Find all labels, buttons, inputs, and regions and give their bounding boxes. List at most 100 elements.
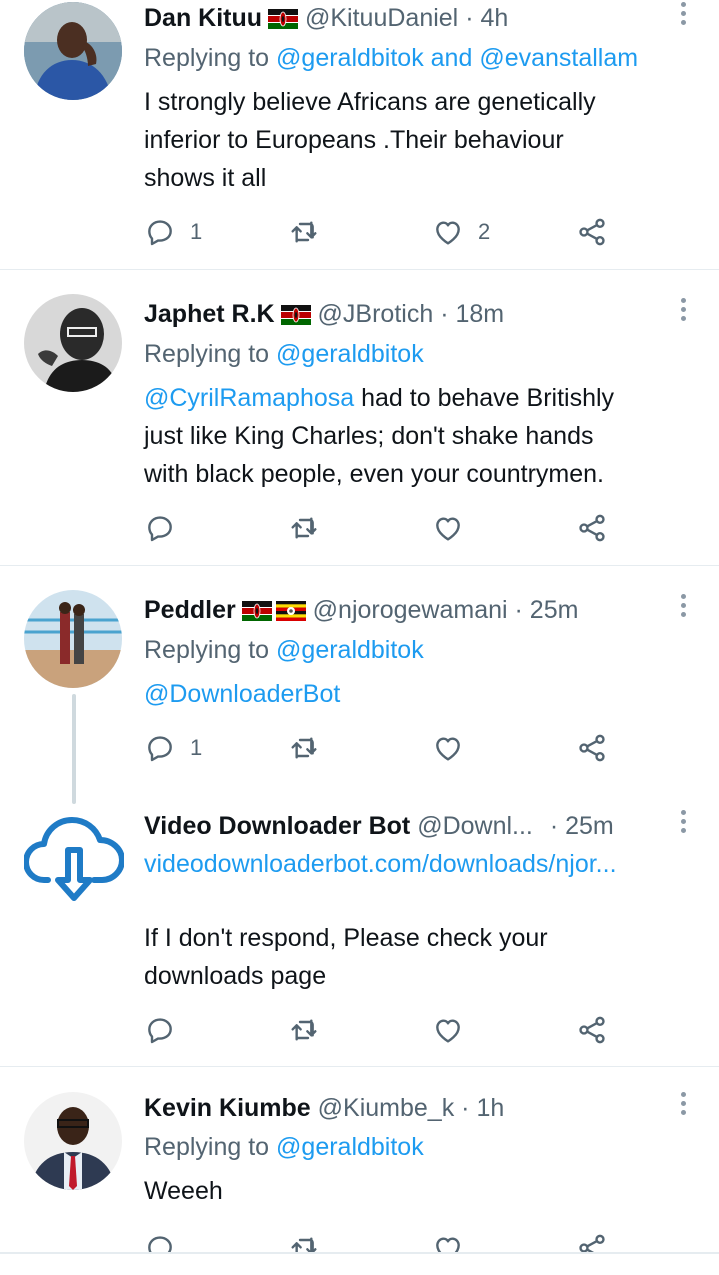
divider — [0, 1066, 719, 1067]
tweet-text-segment: had to behave Britishly — [354, 384, 615, 412]
share-button[interactable] — [576, 212, 608, 252]
retweet-icon — [288, 512, 320, 544]
more-icon[interactable] — [679, 594, 689, 620]
tweet-header: Video Downloader Bot @Downl... · 25m — [144, 808, 659, 844]
tweet-japhet-rk[interactable]: Japhet R.K @JBrotich · 18m Replying to @… — [0, 294, 719, 562]
handle[interactable]: @KituuDaniel — [305, 4, 458, 32]
tweet-text-line: Weeeh — [144, 1177, 223, 1205]
tweet-text-line: with black people, even your countrymen. — [144, 460, 604, 488]
more-icon[interactable] — [679, 2, 689, 28]
mention-link[interactable]: @DownloaderBot — [144, 680, 340, 708]
replying-to-link[interactable]: @geraldbitok — [276, 636, 424, 664]
avatar-kevin-kiumbe[interactable] — [24, 1092, 122, 1190]
replying-prefix: Replying to — [144, 1133, 270, 1161]
tweet-text: Weeeh — [144, 1172, 689, 1210]
retweet-button[interactable] — [288, 1010, 320, 1050]
action-bar: 1 — [144, 728, 614, 768]
action-bar — [144, 1010, 614, 1050]
handle[interactable]: @Downl... — [417, 812, 533, 840]
retweet-button[interactable] — [288, 728, 320, 768]
timestamp[interactable]: · 25m — [550, 812, 614, 840]
kenya-flag-icon — [281, 305, 311, 325]
timestamp[interactable]: · 25m — [515, 596, 579, 624]
tweet-text-line: @DownloaderBot — [144, 675, 689, 713]
timestamp[interactable]: · 1h — [461, 1094, 504, 1122]
reply-count: 1 — [190, 735, 203, 760]
avatar-japhet-rk[interactable] — [24, 294, 122, 392]
display-name[interactable]: Dan Kituu — [144, 4, 262, 32]
reply-icon — [144, 512, 176, 544]
share-icon — [576, 512, 608, 544]
retweet-icon — [288, 216, 320, 248]
display-name[interactable]: Japhet R.K — [144, 300, 275, 328]
tweet-kevin-kiumbe[interactable]: Kevin Kiumbe @Kiumbe_k · 1h Replying to … — [0, 1090, 719, 1273]
tweet-text-line: shows it all — [144, 164, 267, 192]
uganda-flag-icon — [276, 601, 306, 621]
cloud-download-icon — [24, 817, 124, 901]
share-button[interactable] — [576, 1010, 608, 1050]
share-button[interactable] — [576, 728, 608, 768]
reply-icon — [144, 1014, 176, 1046]
handle[interactable]: @Kiumbe_k — [318, 1094, 455, 1122]
download-link[interactable]: videodownloaderbot.com/downloads/njor... — [144, 850, 617, 878]
avatar-dan-kituu[interactable] — [24, 2, 122, 100]
action-bar — [144, 508, 614, 548]
divider — [0, 565, 719, 566]
tweet-peddler[interactable]: Peddler @njorogewamani · 25m Replying to… — [0, 590, 719, 800]
replying-to-link[interactable]: @geraldbitok — [276, 1133, 424, 1161]
display-name[interactable]: Peddler — [144, 596, 236, 624]
replying-to: Replying to @geraldbitok and @evanstalla… — [144, 40, 638, 76]
reply-button[interactable]: 1 — [144, 728, 202, 768]
reply-icon — [144, 732, 176, 764]
like-icon — [432, 216, 464, 248]
replying-prefix: Replying to — [144, 340, 270, 368]
retweet-button[interactable] — [288, 212, 320, 252]
reply-button[interactable]: 1 — [144, 212, 202, 252]
thread-connector — [72, 694, 76, 804]
tweet-text: @DownloaderBot — [144, 675, 689, 713]
display-name[interactable]: Kevin Kiumbe — [144, 1094, 311, 1122]
display-name[interactable]: Video Downloader Bot — [144, 812, 410, 840]
reply-count: 1 — [190, 219, 203, 244]
timestamp[interactable]: · 4h — [465, 4, 508, 32]
share-button[interactable] — [576, 508, 608, 548]
more-icon[interactable] — [679, 298, 689, 324]
avatar-video-downloader-bot[interactable] — [24, 810, 124, 908]
kenya-flag-icon — [268, 9, 298, 29]
like-button[interactable] — [432, 1010, 464, 1050]
tweet-text: @CyrilRamaphosa had to behave Britishly … — [144, 379, 689, 493]
timestamp[interactable]: · 18m — [440, 300, 504, 328]
like-button[interactable] — [432, 728, 464, 768]
like-icon — [432, 512, 464, 544]
more-icon[interactable] — [679, 810, 689, 836]
share-icon — [576, 1014, 608, 1046]
tweet-dan-kituu[interactable]: Dan Kituu @KituuDaniel · 4h Replying to … — [0, 0, 719, 268]
tweet-video-downloader-bot[interactable]: Video Downloader Bot @Downl... · 25m vid… — [0, 806, 719, 1064]
tweet-text-line: @CyrilRamaphosa had to behave Britishly — [144, 379, 689, 417]
more-icon[interactable] — [679, 1092, 689, 1118]
reply-icon — [144, 216, 176, 248]
tweet-text-line: If I don't respond, Please check your — [144, 924, 548, 952]
replying-prefix: Replying to — [144, 636, 270, 664]
handle[interactable]: @JBrotich — [318, 300, 434, 328]
like-count: 2 — [478, 219, 491, 244]
replying-to-link[interactable]: @geraldbitok — [276, 340, 424, 368]
bot-link-row: videodownloaderbot.com/downloads/njor... — [144, 846, 617, 882]
retweet-icon — [288, 732, 320, 764]
avatar-peddler[interactable] — [24, 590, 122, 688]
mention-link[interactable]: @CyrilRamaphosa — [144, 384, 354, 412]
tweet-header: Dan Kituu @KituuDaniel · 4h — [144, 0, 675, 36]
reply-button[interactable] — [144, 508, 176, 548]
replying-to: Replying to @geraldbitok — [144, 632, 424, 668]
replying-to: Replying to @geraldbitok — [144, 336, 424, 372]
handle[interactable]: @njorogewamani — [313, 596, 508, 624]
retweet-button[interactable] — [288, 508, 320, 548]
like-button[interactable]: 2 — [432, 212, 490, 252]
tweet-header: Peddler @njorogewamani · 25m — [144, 592, 675, 628]
action-bar: 1 2 — [144, 212, 614, 252]
replying-to-link[interactable]: @geraldbitok and @evanstallam — [276, 44, 638, 72]
like-button[interactable] — [432, 508, 464, 548]
reply-button[interactable] — [144, 1010, 176, 1050]
kenya-flag-icon — [242, 601, 272, 621]
share-icon — [576, 216, 608, 248]
